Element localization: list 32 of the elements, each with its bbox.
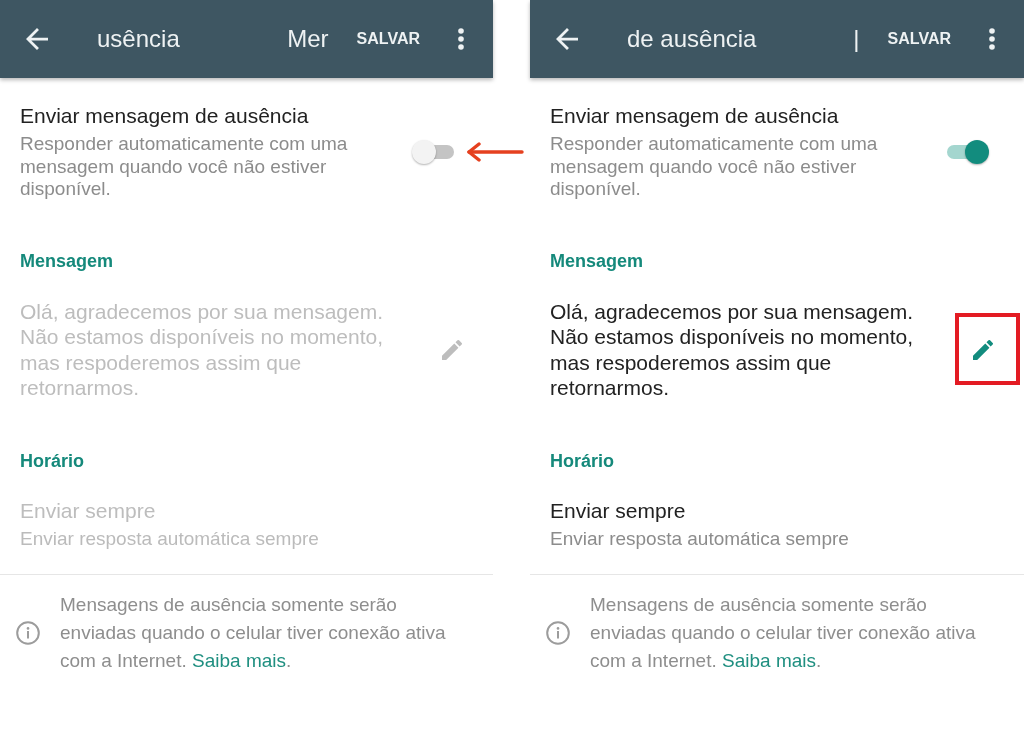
overflow-menu-icon <box>458 28 464 50</box>
setting-title: Enviar mensagem de ausência <box>550 103 840 129</box>
message-text: Olá, agradecemos por sua mensagem. Não estamos disponíveis no momento, mas respoderemos assim que retornarmos. <box>20 298 385 401</box>
schedule-title: Enviar sempre <box>549 497 687 524</box>
learn-more-link[interactable]: Saiba mais <box>192 649 286 671</box>
title-text: Mer <box>287 25 329 53</box>
setting-title: Enviar mensagem de ausência <box>20 103 310 129</box>
pencil-icon <box>973 339 993 360</box>
message-text: Olá, agradecemos por sua mensagem. Não estamos disponíveis no momento, mas respoderemos assim que retornarmos. <box>550 298 915 401</box>
title-text: de ausência <box>627 25 757 53</box>
section-heading: Mensagem <box>549 249 645 272</box>
info-text: Mensagens de ausência somente serão enviadas quando o celular tiver conexão ativa com a Internet. Saiba mais. <box>60 592 447 673</box>
title-text: | <box>853 25 860 53</box>
schedule-title: Enviar sempre <box>19 497 157 524</box>
section-heading: Horário <box>549 449 615 472</box>
info-icon <box>546 620 570 645</box>
schedule-description: Enviar resposta automática sempre <box>19 527 320 550</box>
learn-more-link[interactable]: Saiba mais <box>722 649 816 671</box>
overflow-menu-icon <box>989 28 995 50</box>
section-heading: Horário <box>19 449 85 472</box>
back-arrow-icon <box>556 28 578 50</box>
section-heading: Mensagem <box>19 249 115 272</box>
pencil-icon <box>442 339 462 360</box>
info-icon <box>16 620 40 645</box>
info-text: Mensagens de ausência somente serão enviadas quando o celular tiver conexão ativa com a Internet. Saiba mais. <box>590 592 977 673</box>
title-text: usência <box>97 25 180 53</box>
schedule-description: Enviar resposta automática sempre <box>549 527 850 550</box>
save-button[interactable]: SALVAR <box>887 24 951 54</box>
save-button[interactable]: SALVAR <box>356 24 420 54</box>
setting-description: Responder automaticamente com uma mensagem quando você não estiver disponível. <box>20 133 349 201</box>
back-arrow-icon <box>26 28 48 50</box>
setting-description: Responder automaticamente com uma mensagem quando você não estiver disponível. <box>550 133 879 201</box>
